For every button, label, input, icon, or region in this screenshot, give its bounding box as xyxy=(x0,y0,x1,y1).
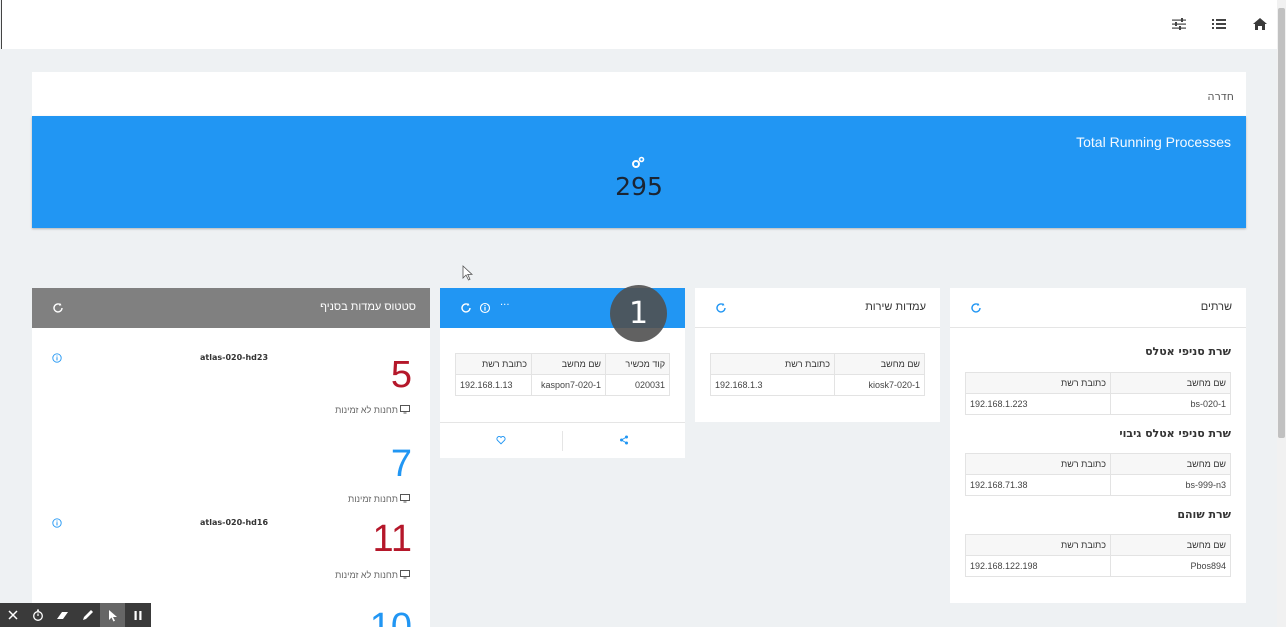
table-cell: 192.168.71.38 xyxy=(965,474,1111,496)
server-group-table: שם מחשב כתובת רשת bs-999-n3 192.168.71.38 xyxy=(965,453,1231,496)
home-icon[interactable] xyxy=(1250,14,1270,34)
pointer-icon[interactable] xyxy=(100,603,125,627)
table-cell: bs-999-n3 xyxy=(1110,474,1231,496)
table-cell: 192.168.1.223 xyxy=(965,393,1111,415)
column-header: כתובת רשת xyxy=(455,353,532,375)
refresh-icon[interactable] xyxy=(970,302,982,314)
table-header-row: שם מחשב כתובת רשת xyxy=(965,372,1231,394)
servers-panel-header: שרתים xyxy=(950,288,1246,328)
table-cell: 192.168.1.3 xyxy=(710,374,835,396)
host-name: atlas-020-hd16 xyxy=(200,518,269,527)
pause-icon[interactable] xyxy=(125,603,150,627)
footer-divider xyxy=(562,431,563,451)
column-header: שם מחשב xyxy=(1110,453,1231,475)
table-row[interactable]: Pbos894 192.168.122.198 xyxy=(965,555,1231,577)
table-row[interactable]: bs-020-1 192.168.1.223 xyxy=(965,393,1231,415)
unavailable-label: תחנות לא זמינות xyxy=(335,405,398,415)
server-group-table: שם מחשב כתובת רשת Pbos894 192.168.122.198 xyxy=(965,534,1231,577)
column-header: כתובת רשת xyxy=(710,353,835,375)
panel-title: עמדות שירות xyxy=(865,301,926,313)
table-row[interactable]: bs-999-n3 192.168.71.38 xyxy=(965,474,1231,496)
info-icon[interactable] xyxy=(479,302,491,314)
pencil-icon[interactable] xyxy=(75,603,100,627)
heart-icon[interactable] xyxy=(496,435,506,445)
server-group-title: שרת סניפי אטלס גיבוי xyxy=(1119,427,1231,440)
unavailable-count: 5 xyxy=(390,354,412,396)
running-processes-card: Total Running Processes 295 xyxy=(32,116,1246,228)
page-scrollbar[interactable] xyxy=(1277,0,1286,627)
table-header-row: שם מחשב כתובת רשת xyxy=(710,353,925,375)
mouse-cursor-icon xyxy=(462,265,473,281)
table-header-row: שם מחשב כתובת רשת xyxy=(965,534,1231,556)
available-count: 7 xyxy=(390,443,412,485)
step-badge: 1 xyxy=(610,285,667,342)
more-options-button[interactable]: ··· xyxy=(500,300,510,311)
unavailable-label: תחנות לא זמינות xyxy=(335,570,398,580)
table-header-row: קוד מכשיר שם מחשב כתובת רשת xyxy=(455,353,670,375)
host-name: atlas-020-hd23 xyxy=(200,353,269,362)
panel-title: סטטוס עמדות בסניף xyxy=(320,301,416,313)
service-stations-panel: עמדות שירות שם מחשב כתובת רשת kiosk7-020-… xyxy=(695,288,940,422)
scrollbar-thumb[interactable] xyxy=(1278,8,1285,438)
refresh-icon[interactable] xyxy=(715,302,727,314)
column-header: שם מחשב xyxy=(531,353,606,375)
unavailable-count: 11 xyxy=(372,518,412,560)
gears-icon xyxy=(632,156,645,168)
column-header: קוד מכשיר xyxy=(605,353,670,375)
list-icon[interactable] xyxy=(1209,14,1229,34)
service-panel-header: עמדות שירות xyxy=(695,288,940,328)
refresh-icon[interactable] xyxy=(460,302,472,314)
cashier-stations-table: קוד מכשיר שם מחשב כתובת רשת 020031 kaspon7-… xyxy=(455,353,670,396)
close-icon[interactable] xyxy=(0,603,25,627)
timer-icon[interactable] xyxy=(25,603,50,627)
table-row[interactable]: 020031 kaspon7-020-1 192.168.1.13 xyxy=(455,374,670,396)
table-cell: bs-020-1 xyxy=(1110,393,1231,415)
server-group-table: שם מחשב כתובת רשת bs-020-1 192.168.1.223 xyxy=(965,372,1231,415)
available-count: 10 xyxy=(369,606,412,627)
column-header: שם מחשב xyxy=(1110,372,1231,394)
table-header-row: שם מחשב כתובת רשת xyxy=(965,453,1231,475)
recording-toolbar xyxy=(0,603,151,627)
top-navbar xyxy=(1,0,1277,49)
monitor-icon xyxy=(400,570,410,579)
panel-footer xyxy=(440,422,685,458)
column-header: כתובת רשת xyxy=(965,453,1111,475)
refresh-icon[interactable] xyxy=(52,302,64,314)
server-group-title: שרת סניפי אטלס xyxy=(1145,345,1231,358)
info-icon[interactable] xyxy=(52,353,62,363)
table-cell: 192.168.122.198 xyxy=(965,555,1111,577)
status-panel-header: סטטוס עמדות בסניף xyxy=(32,288,430,328)
monitor-icon xyxy=(400,494,410,503)
branch-status-panel: סטטוס עמדות בסניף atlas-020-hd23 5 תחנות… xyxy=(32,288,430,627)
table-cell: 020031 xyxy=(605,374,670,396)
server-group-title: שרת שוהם xyxy=(1177,508,1231,521)
info-icon[interactable] xyxy=(52,518,62,528)
breadcrumb-location: חדרה xyxy=(1207,90,1234,103)
table-cell: kaspon7-020-1 xyxy=(531,374,606,396)
servers-panel: שרתים שרת סניפי אטלס שם מחשב כתובת רשת bs… xyxy=(950,288,1246,603)
stat-value: 295 xyxy=(615,172,663,201)
table-row[interactable]: kiosk7-020-1 192.168.1.3 xyxy=(710,374,925,396)
service-stations-table: שם מחשב כתובת רשת kiosk7-020-1 192.168.1.3 xyxy=(710,353,925,396)
column-header: כתובת רשת xyxy=(965,534,1111,556)
available-label: תחנות זמינות xyxy=(347,494,398,504)
table-cell: kiosk7-020-1 xyxy=(834,374,925,396)
eraser-icon[interactable] xyxy=(50,603,75,627)
table-cell: 192.168.1.13 xyxy=(455,374,532,396)
column-header: כתובת רשת xyxy=(965,372,1111,394)
column-header: שם מחשב xyxy=(1110,534,1231,556)
breadcrumb: חדרה xyxy=(32,72,1246,116)
column-header: שם מחשב xyxy=(834,353,925,375)
sliders-icon[interactable] xyxy=(1169,14,1189,34)
share-icon[interactable] xyxy=(619,435,629,445)
stat-title: Total Running Processes xyxy=(1076,134,1231,150)
monitor-icon xyxy=(400,405,410,414)
panel-title: שרתים xyxy=(1200,301,1232,313)
table-cell: Pbos894 xyxy=(1110,555,1231,577)
